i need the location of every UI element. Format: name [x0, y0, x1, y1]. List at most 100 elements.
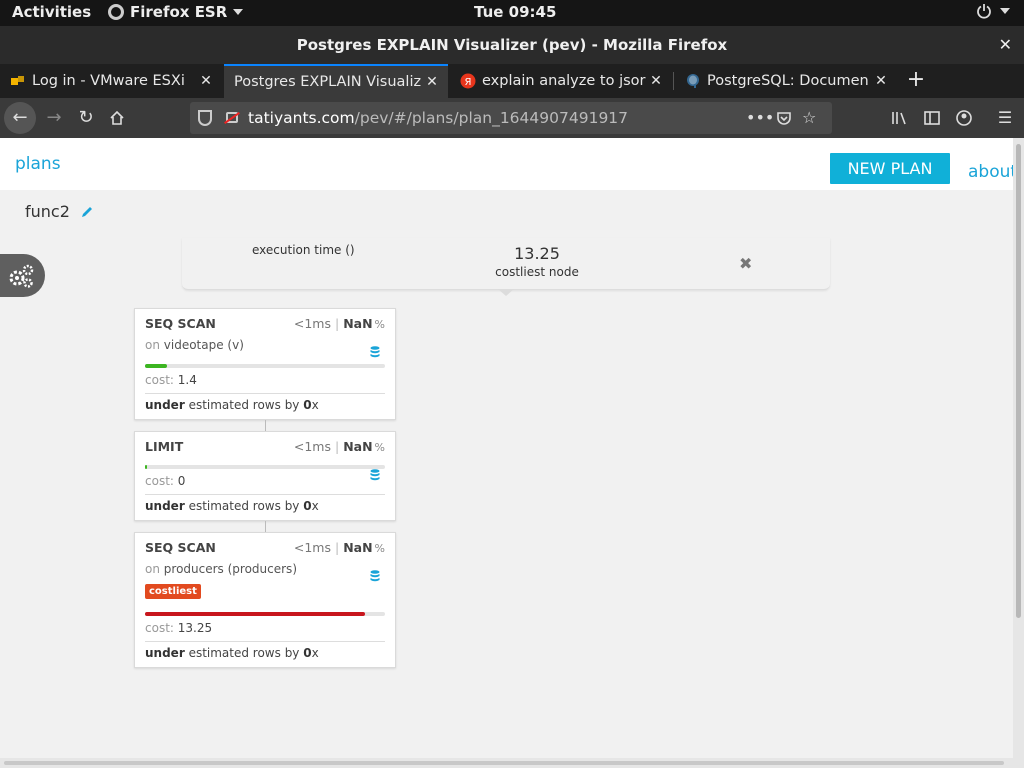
clock[interactable]: Tue 09:45 [474, 3, 556, 21]
node-type: SEQ SCAN [145, 540, 216, 555]
reload-icon[interactable]: ↻ [72, 104, 100, 132]
estimate-suffix: x [311, 398, 319, 412]
estimate-direction: under [145, 499, 185, 513]
close-tab-icon[interactable]: ✕ [424, 74, 440, 90]
postgresql-elephant-icon [687, 74, 699, 88]
pocket-icon[interactable] [776, 102, 792, 137]
vertical-scrollbar[interactable] [1013, 138, 1024, 768]
hamburger-menu-icon[interactable]: ☰ [992, 104, 1018, 132]
node-cost: cost: 0 [145, 474, 185, 488]
page-actions-icon[interactable]: ••• [746, 102, 774, 134]
plan-node-limit[interactable]: LIMIT <1ms | NaN% cost: 0 under estimated … [134, 431, 396, 521]
estimate-direction: under [145, 398, 185, 412]
svg-text:Я: Я [465, 77, 472, 88]
row-estimate: under estimated rows by 0x [145, 499, 319, 513]
about-link[interactable]: about [968, 162, 1013, 182]
node-connector [265, 420, 266, 431]
estimate-suffix: x [311, 499, 319, 513]
node-relation: on videotape (v) [145, 338, 244, 352]
settings-toggle-button[interactable] [0, 254, 45, 297]
divider [145, 494, 385, 495]
database-icon [370, 469, 380, 481]
percent-sign: % [374, 318, 385, 331]
node-timing: <1ms | NaN% [294, 540, 385, 555]
vmware-icon [11, 76, 24, 85]
pev-header: plans NEW PLAN about [0, 138, 1013, 190]
power-icon [977, 4, 991, 19]
node-timing: <1ms | NaN% [294, 316, 385, 331]
estimate-factor: 0 [303, 398, 312, 412]
close-summary-icon[interactable]: ✖ [739, 254, 752, 273]
back-arrow-icon[interactable]: ← [4, 102, 36, 134]
percent-sign: % [374, 441, 385, 454]
cost-label: cost: [145, 373, 174, 387]
home-icon[interactable] [103, 104, 131, 132]
node-cost: cost: 1.4 [145, 373, 197, 387]
scrollbar-thumb[interactable] [1016, 144, 1021, 618]
summary-pointer-arrow [498, 289, 514, 296]
new-plan-button[interactable]: NEW PLAN [830, 153, 950, 184]
yandex-icon: Я [460, 73, 476, 89]
costliest-node-label: costliest node [495, 265, 579, 279]
database-icon [370, 346, 380, 358]
url-text[interactable]: tatiyants.com/pev/#/plans/plan_164490749… [248, 102, 628, 134]
database-icon [370, 570, 380, 582]
tab-postgresql-docs[interactable]: PostgreSQL: Documen ✕ [675, 64, 897, 98]
close-tab-icon[interactable]: ✕ [873, 73, 889, 89]
window-titlebar: Postgres EXPLAIN Visualizer (pev) - Mozi… [0, 26, 1024, 64]
estimate-text: estimated rows by [188, 646, 300, 660]
relation-on-label: on [145, 338, 160, 352]
tab-label: Log in - VMware ESXi [32, 73, 185, 89]
system-menu-button[interactable] [976, 3, 1010, 19]
tab-label: Postgres EXPLAIN Visualiz [234, 74, 422, 90]
bookmark-star-icon[interactable]: ☆ [802, 102, 816, 134]
plans-link[interactable]: plans [15, 154, 61, 174]
costliest-badge: costliest [145, 584, 201, 599]
separator: | [334, 316, 340, 331]
sidebar-icon[interactable] [919, 104, 945, 132]
account-icon[interactable] [951, 104, 977, 132]
node-percentage: NaN [343, 439, 373, 454]
cost-bar-fill [145, 612, 366, 616]
app-menu-button[interactable]: Firefox ESR [108, 3, 244, 21]
close-tab-icon[interactable]: ✕ [648, 73, 664, 89]
window-close-icon[interactable]: ✕ [999, 26, 1012, 64]
plan-title: func2 [25, 202, 70, 221]
library-icon[interactable] [887, 104, 913, 132]
estimate-text: estimated rows by [188, 398, 300, 412]
close-tab-icon[interactable]: ✕ [198, 73, 214, 89]
cost-bar [145, 465, 385, 469]
url-bar[interactable]: tatiyants.com/pev/#/plans/plan_164490749… [190, 102, 832, 134]
navigation-toolbar: ← → ↻ tatiyants.com/pev/#/plans/plan_164… [0, 98, 1024, 138]
node-percentage: NaN [343, 316, 373, 331]
tab-separator [673, 72, 674, 90]
cost-bar-fill [145, 465, 147, 469]
plan-summary-panel: execution time () 13.25 costliest node ✖ [182, 238, 830, 296]
divider [145, 641, 385, 642]
tab-vmware[interactable]: Log in - VMware ESXi ✕ [0, 64, 222, 98]
tracking-shield-icon[interactable] [198, 110, 212, 126]
estimate-suffix: x [311, 646, 319, 660]
activities-button[interactable]: Activities [12, 3, 91, 21]
chevron-down-icon [1000, 8, 1010, 14]
cost-bar [145, 612, 385, 616]
tab-pev[interactable]: Postgres EXPLAIN Visualiz ✕ [224, 64, 448, 98]
plan-node-seq-scan-producers[interactable]: SEQ SCAN <1ms | NaN% on producers (produce… [134, 532, 396, 668]
tab-label: explain analyze to jsor [482, 73, 646, 89]
costliest-node-value: 13.25 [514, 244, 560, 263]
node-duration: <1ms [293, 439, 331, 454]
plan-node-seq-scan-videotape[interactable]: SEQ SCAN <1ms | NaN% on videotape (v) cost… [134, 308, 396, 420]
estimate-factor: 0 [303, 499, 312, 513]
separator: | [334, 540, 340, 555]
horizontal-scrollbar[interactable] [0, 758, 1013, 768]
tab-explain-analyze[interactable]: Я explain analyze to jsor ✕ [450, 64, 672, 98]
new-tab-plus-icon[interactable]: + [903, 68, 929, 94]
scrollbar-thumb[interactable] [4, 761, 1004, 765]
estimate-factor: 0 [303, 646, 312, 660]
pencil-edit-icon[interactable] [80, 205, 94, 219]
estimate-text: estimated rows by [188, 499, 300, 513]
percent-sign: % [374, 542, 385, 555]
system-top-bar: Activities Firefox ESR Tue 09:45 [0, 0, 1024, 26]
forward-arrow-icon[interactable]: → [40, 104, 68, 132]
row-estimate: under estimated rows by 0x [145, 398, 319, 412]
